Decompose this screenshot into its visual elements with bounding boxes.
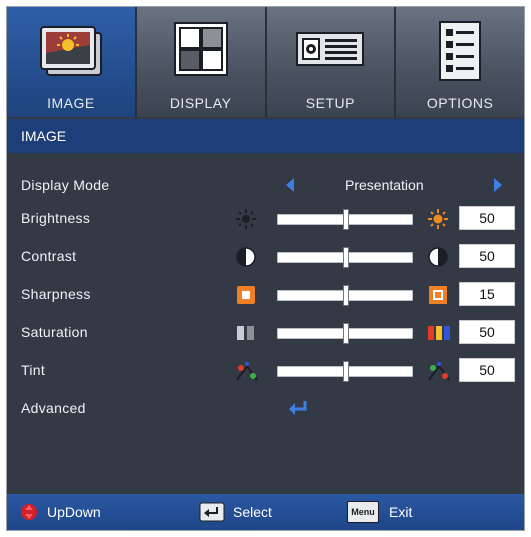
tab-setup-label: SETUP [305, 95, 355, 111]
select-label: Select [233, 504, 272, 520]
brightness-value[interactable]: 50 [459, 206, 515, 230]
tab-setup[interactable]: SETUP [266, 7, 397, 117]
contrast-row[interactable]: Contrast 50 [7, 240, 524, 274]
section-title: IMAGE [7, 119, 524, 153]
slider-thumb[interactable] [343, 361, 349, 382]
saturation-slider[interactable] [277, 323, 413, 344]
tab-options[interactable]: OPTIONS [396, 7, 524, 117]
exit-label: Exit [389, 504, 413, 520]
setup-icon [295, 29, 365, 74]
brightness-high-icon [427, 208, 449, 230]
tab-display-label: DISPLAY [169, 95, 232, 111]
slider-thumb[interactable] [343, 323, 349, 344]
brightness-row[interactable]: Brightness 50 [7, 202, 524, 236]
slider-thumb[interactable] [343, 247, 349, 268]
image-icon [35, 19, 107, 90]
tab-display[interactable]: DISPLAY [136, 7, 267, 117]
contrast-slider[interactable] [277, 247, 413, 268]
brightness-slider[interactable] [277, 209, 413, 230]
contrast-low-icon [235, 246, 257, 268]
arrow-left-icon[interactable] [285, 177, 295, 198]
tint-low-icon [235, 360, 258, 382]
updown-label: UpDown [47, 504, 101, 520]
saturation-label: Saturation [21, 324, 88, 340]
sharpness-low-icon [235, 284, 257, 306]
slider-thumb[interactable] [343, 285, 349, 306]
display-icon [171, 19, 231, 84]
options-icon [437, 19, 483, 88]
saturation-value[interactable]: 50 [459, 320, 515, 344]
sharpness-label: Sharpness [21, 286, 91, 302]
sharpness-value[interactable]: 15 [459, 282, 515, 306]
advanced-row[interactable]: Advanced [7, 392, 524, 426]
contrast-high-icon [427, 246, 449, 268]
sharpness-slider[interactable] [277, 285, 413, 306]
tint-high-icon [427, 360, 450, 382]
tab-options-label: OPTIONS [426, 95, 494, 111]
tint-slider[interactable] [277, 361, 413, 382]
menu-key-icon: Menu [347, 501, 379, 523]
tab-bar: IMAGE DISPLAY SETUP OPTIONS [7, 7, 524, 117]
updown-icon [19, 502, 39, 527]
tab-image[interactable]: IMAGE [7, 7, 137, 117]
tint-label: Tint [21, 362, 46, 378]
slider-thumb[interactable] [343, 209, 349, 230]
sharpness-high-icon [427, 284, 449, 306]
brightness-low-icon [235, 208, 257, 230]
sharpness-row[interactable]: Sharpness 15 [7, 278, 524, 312]
tab-image-label: IMAGE [47, 95, 95, 111]
select-key-icon [199, 502, 225, 527]
osd-menu: IMAGE DISPLAY SETUP OPTIONS IMAGE Displa… [6, 6, 525, 531]
contrast-label: Contrast [21, 248, 77, 264]
tint-value[interactable]: 50 [459, 358, 515, 382]
arrow-right-icon[interactable] [493, 177, 503, 198]
display-mode-label: Display Mode [21, 177, 110, 193]
display-mode-value: Presentation [345, 177, 424, 193]
enter-icon[interactable] [287, 400, 309, 421]
advanced-label: Advanced [21, 400, 86, 416]
saturation-low-icon [235, 322, 257, 344]
footer-bar: UpDown Select Menu Exit [7, 494, 524, 530]
display-mode-row[interactable]: Display Mode Presentation [7, 169, 524, 203]
contrast-value[interactable]: 50 [459, 244, 515, 268]
brightness-label: Brightness [21, 210, 91, 226]
tint-row[interactable]: Tint 50 [7, 354, 524, 388]
saturation-high-icon [427, 322, 450, 344]
menu-key-text: Menu [347, 501, 379, 523]
saturation-row[interactable]: Saturation 50 [7, 316, 524, 350]
